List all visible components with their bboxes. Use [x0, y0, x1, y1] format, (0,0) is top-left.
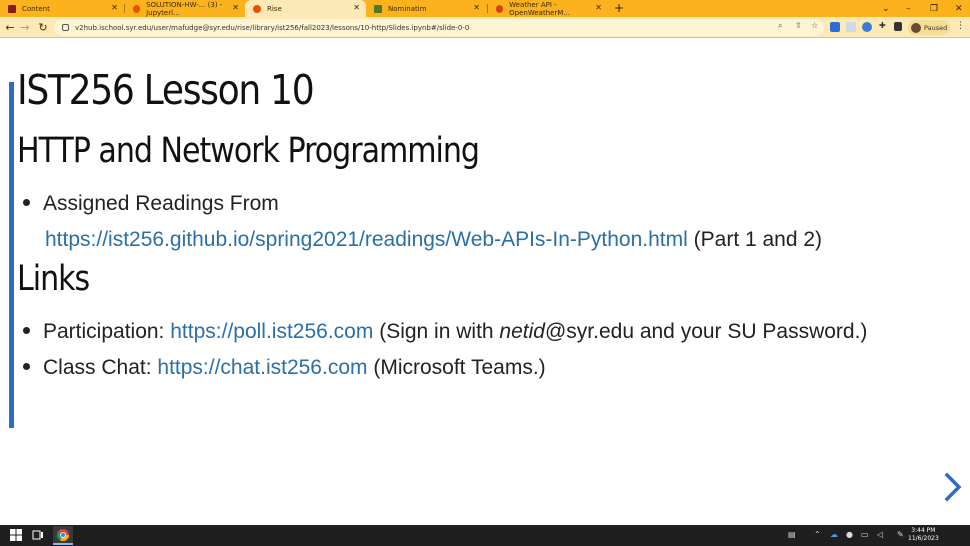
- jupyter-favicon-icon: [133, 4, 141, 13]
- readings-suffix: (Part 1 and 2): [693, 228, 823, 251]
- tab-label: Weather API - OpenWeatherM...: [509, 0, 571, 17]
- side-panel-icon[interactable]: [894, 22, 902, 31]
- extensions-puzzle-icon[interactable]: ✚: [879, 21, 886, 30]
- chat-note: (Microsoft Teams.): [373, 356, 546, 379]
- back-arrow-icon[interactable]: ←: [3, 20, 17, 34]
- tray-overflow-chevron-icon[interactable]: ⌃: [814, 530, 821, 539]
- tab-strip: Content ✕ SOLUTION-HW-... (3) - Jupyterl…: [0, 0, 970, 17]
- window-close-icon[interactable]: ✕: [955, 0, 963, 17]
- close-icon[interactable]: ✕: [232, 4, 239, 12]
- pen-icon[interactable]: ✎: [897, 530, 904, 539]
- windows-start-icon[interactable]: [10, 529, 22, 541]
- chat-bullet: Class Chat: https://chat.ist256.com (Mic…: [23, 356, 546, 380]
- bullet-dot-icon: [23, 326, 30, 334]
- forward-arrow-icon[interactable]: →: [18, 20, 32, 34]
- participation-note-em: netid: [499, 320, 545, 343]
- extension-grid-icon[interactable]: [830, 22, 840, 32]
- tab-label: SOLUTION-HW-... (3) - Jupyterl...: [146, 0, 223, 17]
- onedrive-cloud-icon[interactable]: ☁: [830, 530, 838, 539]
- address-bar[interactable]: v2hub.ischool.syr.edu/user/mafudge@syr.e…: [54, 19, 824, 36]
- links-heading: Links: [17, 259, 90, 299]
- readings-bullet: Assigned Readings From: [23, 192, 279, 216]
- bookmark-star-icon[interactable]: ☆: [811, 21, 818, 30]
- tab-search-chevron-icon[interactable]: ⌄: [882, 0, 890, 17]
- extension-page-icon[interactable]: [846, 22, 856, 32]
- menu-kebab-icon[interactable]: ⋮: [956, 21, 965, 31]
- tab-weather-api[interactable]: Weather API - OpenWeatherM... ✕: [488, 0, 608, 17]
- bullet-dot-icon: [23, 198, 30, 206]
- taskbar-chrome-button[interactable]: [53, 526, 73, 545]
- tab-label: Rise: [267, 4, 282, 13]
- profile-button[interactable]: Paused: [908, 20, 950, 35]
- close-icon[interactable]: ✕: [353, 4, 360, 12]
- chat-label: Class Chat:: [43, 356, 152, 379]
- slide-title: IST256 Lesson 10: [17, 66, 315, 114]
- participation-label: Participation:: [43, 320, 165, 343]
- participation-link[interactable]: https://poll.ist256.com: [170, 320, 373, 343]
- microphone-icon[interactable]: ●: [846, 530, 853, 539]
- volume-icon[interactable]: ◁: [877, 530, 883, 539]
- tab-rise[interactable]: Rise ✕: [245, 0, 366, 17]
- task-view-icon[interactable]: [32, 529, 44, 541]
- share-icon[interactable]: ⇪: [795, 21, 802, 30]
- minimize-icon[interactable]: –: [906, 0, 911, 17]
- tab-content[interactable]: Content ✕: [0, 0, 124, 17]
- chat-link[interactable]: https://chat.ist256.com: [157, 356, 367, 379]
- content-favicon-icon: [8, 4, 16, 13]
- chrome-icon: [57, 529, 69, 541]
- extension-shield-icon[interactable]: [862, 22, 872, 32]
- os-taskbar: ▤ ⌃ ☁ ● ▭ ◁ ✎ 3:44 PM 11/6/2023: [0, 525, 970, 546]
- close-icon[interactable]: ✕: [111, 4, 118, 12]
- jupyter-favicon-icon: [253, 4, 261, 13]
- close-icon[interactable]: ✕: [595, 4, 602, 12]
- participation-note-pre: (Sign in with: [379, 320, 500, 343]
- site-info-icon[interactable]: [62, 24, 69, 31]
- maximize-icon[interactable]: ❐: [930, 0, 938, 17]
- close-icon[interactable]: ✕: [473, 4, 480, 12]
- reload-icon[interactable]: ↻: [36, 20, 50, 34]
- openweather-favicon-icon: [496, 4, 504, 13]
- clock-time: 3:44 PM: [911, 527, 936, 534]
- tab-label: Nominatim: [388, 4, 427, 13]
- participation-note-post: @syr.edu and your SU Password.): [544, 320, 868, 343]
- tab-label: Content: [22, 4, 50, 13]
- bullet-dot-icon: [23, 362, 30, 370]
- zoom-icon[interactable]: ⌕: [778, 21, 782, 31]
- new-tab-button[interactable]: +: [614, 1, 624, 15]
- keyboard-layout-icon[interactable]: ▤: [788, 530, 796, 539]
- participation-bullet: Participation: https://poll.ist256.com (…: [23, 320, 867, 344]
- nominatim-favicon-icon: [374, 4, 382, 13]
- avatar: [911, 22, 921, 33]
- next-slide-chevron-icon[interactable]: [942, 470, 964, 504]
- system-clock[interactable]: 3:44 PM 11/6/2023: [908, 527, 939, 543]
- cell-selection-bar: [9, 82, 14, 428]
- url-text: v2hub.ischool.syr.edu/user/mafudge@syr.e…: [75, 23, 470, 32]
- network-icon[interactable]: ▭: [861, 530, 869, 539]
- readings-link[interactable]: https://ist256.github.io/spring2021/read…: [45, 228, 688, 251]
- tab-jupyter[interactable]: SOLUTION-HW-... (3) - Jupyterl... ✕: [125, 0, 245, 17]
- slide-subtitle: HTTP and Network Programming: [17, 131, 480, 171]
- tab-nominatim[interactable]: Nominatim ✕: [366, 0, 486, 17]
- readings-label: Assigned Readings From: [43, 192, 279, 215]
- readings-line: https://ist256.github.io/spring2021/read…: [45, 228, 822, 252]
- clock-date: 11/6/2023: [908, 535, 939, 542]
- profile-status: Paused: [924, 23, 948, 32]
- browser-toolbar: ← → ↻ v2hub.ischool.syr.edu/user/mafudge…: [0, 17, 970, 38]
